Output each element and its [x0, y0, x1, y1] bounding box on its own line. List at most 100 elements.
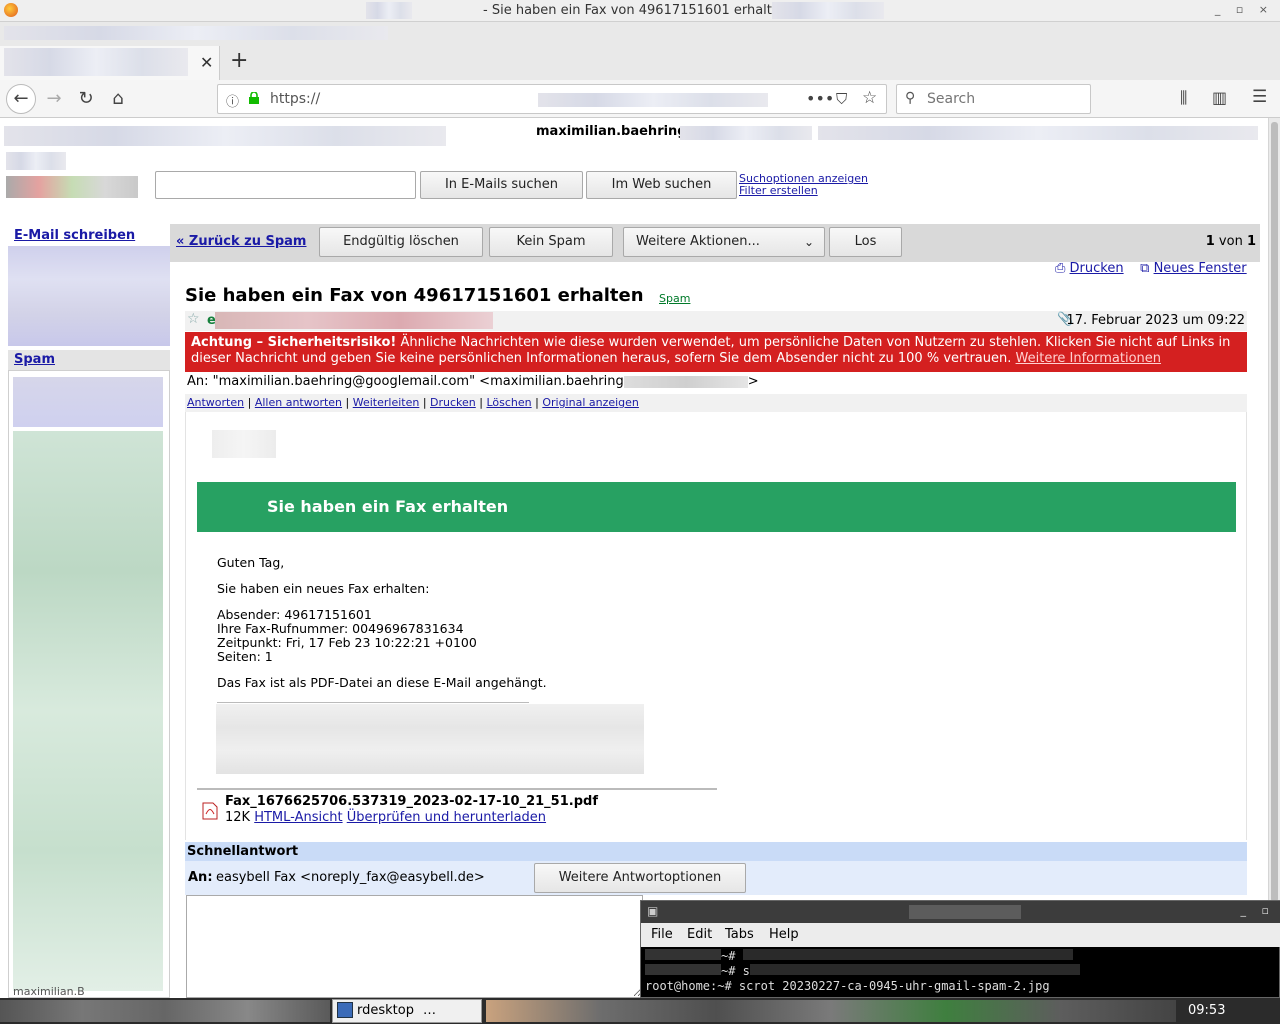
url-bar[interactable]: ⓘ https:// ••• ⛉ ☆ — [217, 84, 887, 114]
navigation-bar: ← → ↻ ⌂ ⓘ https:// ••• ⛉ ☆ ⚲ ⫼ ▥ ☰ — [0, 80, 1280, 118]
more-actions-label: Weitere Aktionen... — [636, 234, 760, 249]
reply-link[interactable]: Antworten — [187, 396, 244, 409]
browser-tab[interactable]: ✕ — [0, 46, 220, 80]
terminal-line-3: root@home:~# scrot 20230227-ca-0945-uhr-… — [645, 979, 1050, 993]
redacted-bookmarks — [4, 26, 388, 40]
sidebar-item-spam[interactable]: Spam — [8, 350, 170, 370]
taskbar-item-label: rdesktop — [357, 1003, 414, 1018]
print-link[interactable]: Drucken — [1070, 261, 1124, 276]
attachment-divider — [197, 788, 717, 790]
pdf-file-icon — [202, 802, 218, 820]
scrollbar-thumb[interactable] — [1271, 122, 1278, 902]
terminal-menu-file[interactable]: File — [651, 927, 673, 942]
message-header: ☆ e 📎 17. Februar 2023 um 09:22 — [185, 311, 1247, 331]
taskbar-redacted-right — [486, 1000, 1176, 1022]
redacted-contacts — [13, 431, 163, 991]
delete-link[interactable]: Löschen — [486, 396, 531, 409]
search-mail-button[interactable]: In E-Mails suchen — [420, 171, 583, 199]
sidebar-item-label[interactable]: Spam — [14, 352, 55, 367]
more-dots-icon[interactable]: ••• — [806, 89, 834, 108]
body-intro: Sie haben ein neues Fax erhalten: — [217, 581, 430, 596]
gmail-page: maximilian.baehring In E-Mails suchen Im… — [0, 118, 1268, 998]
redacted-block — [742, 949, 1073, 960]
print-message-link[interactable]: Drucken — [430, 396, 476, 409]
create-filter-link[interactable]: Filter erstellen — [739, 185, 868, 197]
terminal-title-redacted — [909, 905, 1021, 919]
search-options: Suchoptionen anzeigen Filter erstellen — [739, 173, 868, 197]
more-reply-options-button[interactable]: Weitere Antwortoptionen — [534, 863, 746, 893]
terminal-menu-help[interactable]: Help — [769, 927, 799, 942]
delete-forever-button[interactable]: Endgültig löschen — [319, 227, 483, 257]
quick-reply-textarea[interactable] — [186, 895, 643, 998]
count-total: 1 — [1246, 234, 1256, 249]
window-controls[interactable]: _ ▫ × — [1215, 3, 1274, 16]
quick-reply-title: Schnellantwort — [185, 842, 1247, 861]
redacted-labels — [8, 246, 170, 346]
sidebar-bottom-text: maximilian.B — [13, 985, 85, 998]
url-text: https:// — [270, 91, 321, 107]
gmail-logo-redacted — [6, 176, 138, 198]
terminal-output[interactable]: ~# ~# s root@home:~# scrot 20230227-ca-0… — [645, 949, 1080, 994]
redacted-header-right — [818, 126, 1258, 140]
taskbar-item-rdesktop[interactable]: rdesktop … — [332, 999, 482, 1023]
warning-more-link[interactable]: Weitere Informationen — [1016, 351, 1161, 366]
menu-hamburger-icon[interactable]: ☰ — [1252, 87, 1267, 107]
security-warning: Achtung – Sicherheitsrisiko! Ähnliche Na… — [185, 332, 1247, 372]
new-window-icon[interactable]: ⧉ — [1140, 261, 1149, 276]
mail-search-input[interactable] — [155, 171, 416, 199]
message-date: 17. Februar 2023 um 09:22 — [1066, 313, 1245, 328]
body-time: Zeitpunkt: Fri, 17 Feb 23 10:22:21 +0100 — [217, 635, 477, 650]
back-arrow-icon[interactable]: ← — [6, 84, 36, 114]
footer-redacted — [216, 704, 644, 774]
back-to-spam-link[interactable]: « Zurück zu Spam — [176, 234, 306, 249]
message-counter: 1 von 1 — [1206, 234, 1256, 249]
attachment-size: 12K — [225, 810, 251, 825]
forward-link[interactable]: Weiterleiten — [353, 396, 420, 409]
taskbar-clock: 09:53 — [1188, 1003, 1226, 1018]
fax-banner-title: Sie haben ein Fax erhalten — [267, 497, 509, 516]
reload-icon[interactable]: ↻ — [72, 86, 100, 112]
window-title-bar: - Sie haben ein Fax von 49617151601 erha… — [0, 0, 1280, 22]
attachment-info: 12K HTML-Ansicht Überprüfen und herunter… — [225, 810, 546, 825]
tab-close-icon[interactable]: ✕ — [200, 53, 213, 72]
terminal-line-1: ~# — [721, 949, 736, 963]
body-sender: Absender: 49617151601 — [217, 607, 372, 622]
show-original-link[interactable]: Original anzeigen — [542, 396, 639, 409]
page-scrollbar[interactable] — [1268, 118, 1280, 998]
count-current: 1 — [1205, 234, 1215, 249]
pocket-icon[interactable]: ⛉ — [836, 90, 847, 108]
html-view-link[interactable]: HTML-Ansicht — [254, 810, 342, 825]
browser-search-bar[interactable]: ⚲ — [896, 84, 1091, 114]
terminal-menu-edit[interactable]: Edit — [687, 927, 712, 942]
attachment-filename: Fax_1676625706.537319_2023-02-17-10_21_5… — [225, 794, 598, 809]
check-download-link[interactable]: Überprüfen und herunterladen — [347, 810, 546, 825]
sidebar-toggle-icon[interactable]: ▥ — [1212, 88, 1227, 107]
more-actions-select[interactable]: Weitere Aktionen... ⌄ — [623, 227, 825, 257]
message-actions: Antworten | Allen antworten | Weiterleit… — [185, 394, 1247, 412]
new-tab-icon[interactable]: + — [230, 50, 248, 72]
library-icon[interactable]: ⫼ — [1180, 88, 1187, 108]
compose-link[interactable]: E-Mail schreiben — [14, 228, 135, 243]
redacted-block — [645, 964, 721, 975]
new-window-link[interactable]: Neues Fenster — [1154, 261, 1247, 276]
bookmark-star-icon[interactable]: ☆ — [862, 88, 877, 108]
info-icon[interactable]: ⓘ — [226, 91, 239, 110]
print-icon[interactable]: ⎙ — [1055, 261, 1065, 276]
quick-reply-recipient-row: An: easybell Fax <noreply_fax@easybell.d… — [185, 861, 1247, 895]
search-web-button[interactable]: Im Web suchen — [586, 171, 737, 199]
home-icon[interactable]: ⌂ — [104, 86, 132, 112]
to-line-text: An: "maximilian.baehring@googlemail.com"… — [187, 374, 624, 389]
browser-search-input[interactable] — [925, 90, 1085, 108]
terminal-window-controls[interactable]: _ ▫ — [1241, 904, 1275, 917]
user-email: maximilian.baehring — [536, 124, 687, 139]
go-button[interactable]: Los — [829, 227, 902, 257]
body-fax-number: Ihre Fax-Rufnummer: 00496967831634 — [217, 621, 464, 636]
forward-arrow-icon[interactable]: → — [40, 86, 68, 112]
reply-all-link[interactable]: Allen antworten — [255, 396, 342, 409]
star-icon[interactable]: ☆ — [187, 311, 200, 327]
not-spam-button[interactable]: Kein Spam — [489, 227, 613, 257]
terminal-window: ▣ _ ▫ File Edit Tabs Help ~# ~# s root@h… — [640, 900, 1280, 998]
terminal-menu-tabs[interactable]: Tabs — [725, 927, 754, 942]
spam-tag[interactable]: Spam — [659, 292, 690, 305]
body-pages: Seiten: 1 — [217, 649, 273, 664]
